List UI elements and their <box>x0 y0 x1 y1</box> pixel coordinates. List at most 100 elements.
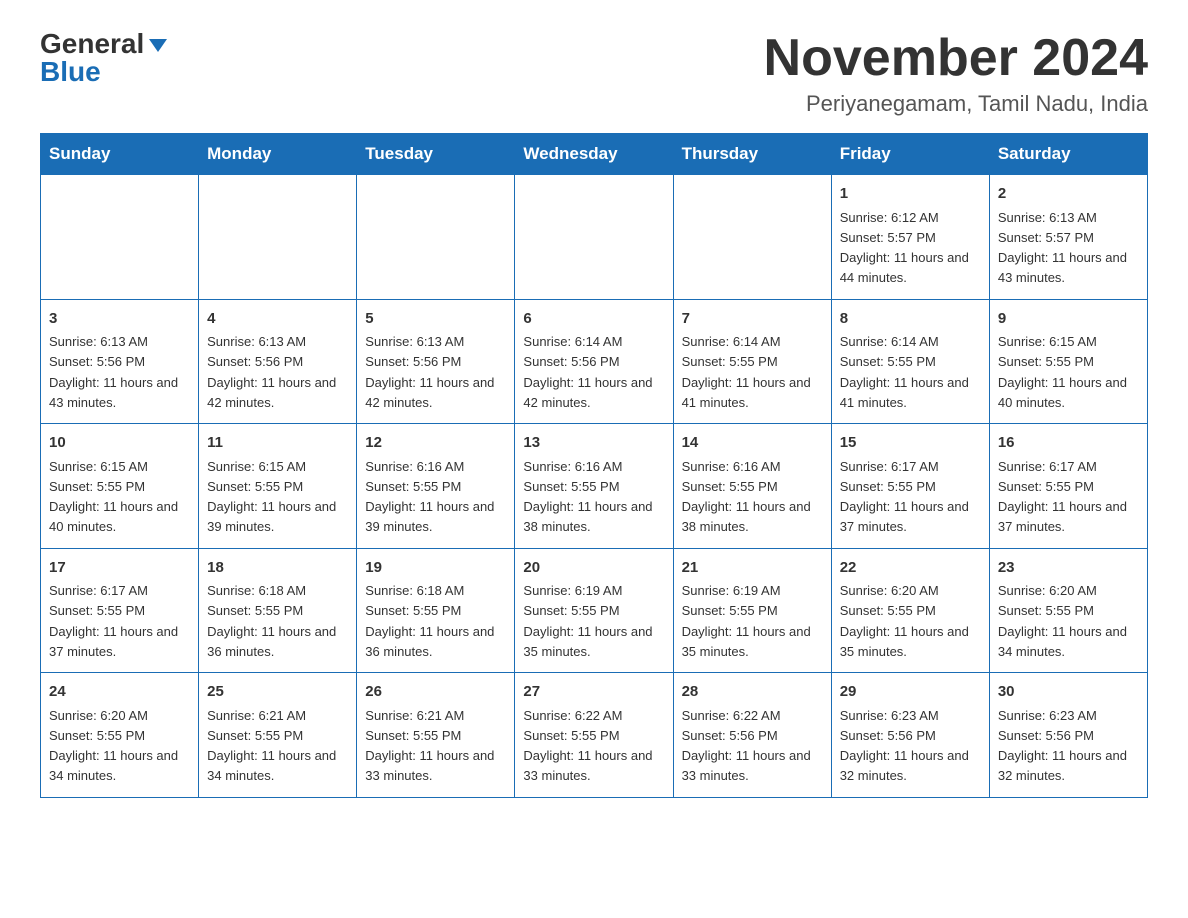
calendar-day-header: Wednesday <box>515 134 673 175</box>
calendar-day-cell: 21 Sunrise: 6:19 AM Sunset: 5:55 PM Dayli… <box>673 548 831 673</box>
calendar-day-cell: 30 Sunrise: 6:23 AM Sunset: 5:56 PM Dayli… <box>989 673 1147 798</box>
day-number: 1 <box>840 183 981 206</box>
calendar-day-cell: 5 Sunrise: 6:13 AM Sunset: 5:56 PM Daylig… <box>357 299 515 424</box>
calendar-day-header: Thursday <box>673 134 831 175</box>
calendar-week-row: 17Sunrise: 6:17 AM Sunset: 5:55 PM Dayli… <box>41 548 1148 673</box>
day-number: 30 <box>998 681 1139 704</box>
day-info: Sunrise: 6:21 AM Sunset: 5:55 PM Dayligh… <box>365 708 494 784</box>
calendar-day-cell: 14 Sunrise: 6:16 AM Sunset: 5:55 PM Dayli… <box>673 424 831 549</box>
day-info: Sunrise: 6:15 AM Sunset: 5:55 PM Dayligh… <box>998 334 1127 410</box>
calendar-day-cell: 24Sunrise: 6:20 AM Sunset: 5:55 PM Dayli… <box>41 673 199 798</box>
day-info: Sunrise: 6:17 AM Sunset: 5:55 PM Dayligh… <box>998 459 1127 535</box>
day-number: 17 <box>49 557 190 580</box>
calendar-day-cell: 25 Sunrise: 6:21 AM Sunset: 5:55 PM Dayli… <box>199 673 357 798</box>
day-info: Sunrise: 6:14 AM Sunset: 5:55 PM Dayligh… <box>682 334 811 410</box>
day-info: Sunrise: 6:20 AM Sunset: 5:55 PM Dayligh… <box>49 708 178 784</box>
logo: General Blue <box>40 30 167 86</box>
calendar-day-cell: 29 Sunrise: 6:23 AM Sunset: 5:56 PM Dayli… <box>831 673 989 798</box>
calendar-day-header: Saturday <box>989 134 1147 175</box>
day-number: 11 <box>207 432 348 455</box>
calendar-week-row: 24Sunrise: 6:20 AM Sunset: 5:55 PM Dayli… <box>41 673 1148 798</box>
day-info: Sunrise: 6:13 AM Sunset: 5:56 PM Dayligh… <box>365 334 494 410</box>
calendar-day-cell: 19 Sunrise: 6:18 AM Sunset: 5:55 PM Dayli… <box>357 548 515 673</box>
day-info: Sunrise: 6:19 AM Sunset: 5:55 PM Dayligh… <box>523 583 652 659</box>
calendar-day-cell <box>515 175 673 300</box>
day-info: Sunrise: 6:23 AM Sunset: 5:56 PM Dayligh… <box>840 708 969 784</box>
calendar-day-cell: 18 Sunrise: 6:18 AM Sunset: 5:55 PM Dayli… <box>199 548 357 673</box>
day-info: Sunrise: 6:21 AM Sunset: 5:55 PM Dayligh… <box>207 708 336 784</box>
day-number: 9 <box>998 308 1139 331</box>
day-info: Sunrise: 6:12 AM Sunset: 5:57 PM Dayligh… <box>840 210 969 286</box>
day-info: Sunrise: 6:17 AM Sunset: 5:55 PM Dayligh… <box>840 459 969 535</box>
day-number: 7 <box>682 308 823 331</box>
calendar-day-cell: 28Sunrise: 6:22 AM Sunset: 5:56 PM Dayli… <box>673 673 831 798</box>
day-info: Sunrise: 6:14 AM Sunset: 5:56 PM Dayligh… <box>523 334 652 410</box>
day-info: Sunrise: 6:13 AM Sunset: 5:56 PM Dayligh… <box>49 334 178 410</box>
calendar-week-row: 3 Sunrise: 6:13 AM Sunset: 5:56 PM Daylig… <box>41 299 1148 424</box>
day-number: 3 <box>49 308 190 331</box>
day-number: 29 <box>840 681 981 704</box>
day-info: Sunrise: 6:20 AM Sunset: 5:55 PM Dayligh… <box>840 583 969 659</box>
day-info: Sunrise: 6:16 AM Sunset: 5:55 PM Dayligh… <box>523 459 652 535</box>
calendar-day-cell: 9 Sunrise: 6:15 AM Sunset: 5:55 PM Daylig… <box>989 299 1147 424</box>
day-number: 13 <box>523 432 664 455</box>
day-number: 5 <box>365 308 506 331</box>
day-info: Sunrise: 6:15 AM Sunset: 5:55 PM Dayligh… <box>207 459 336 535</box>
title-block: November 2024 Periyanegamam, Tamil Nadu,… <box>764 30 1148 117</box>
calendar-day-header: Monday <box>199 134 357 175</box>
day-number: 25 <box>207 681 348 704</box>
calendar-day-cell: 8 Sunrise: 6:14 AM Sunset: 5:55 PM Daylig… <box>831 299 989 424</box>
calendar-day-cell <box>673 175 831 300</box>
calendar-day-cell: 27 Sunrise: 6:22 AM Sunset: 5:55 PM Dayli… <box>515 673 673 798</box>
calendar-day-cell <box>357 175 515 300</box>
day-number: 28 <box>682 681 823 704</box>
day-number: 14 <box>682 432 823 455</box>
day-info: Sunrise: 6:20 AM Sunset: 5:55 PM Dayligh… <box>998 583 1127 659</box>
calendar-day-cell: 3 Sunrise: 6:13 AM Sunset: 5:56 PM Daylig… <box>41 299 199 424</box>
calendar-day-header: Tuesday <box>357 134 515 175</box>
calendar-day-cell: 17Sunrise: 6:17 AM Sunset: 5:55 PM Dayli… <box>41 548 199 673</box>
day-info: Sunrise: 6:16 AM Sunset: 5:55 PM Dayligh… <box>682 459 811 535</box>
calendar-day-cell: 13 Sunrise: 6:16 AM Sunset: 5:55 PM Dayli… <box>515 424 673 549</box>
calendar-day-cell: 15 Sunrise: 6:17 AM Sunset: 5:55 PM Dayli… <box>831 424 989 549</box>
day-number: 15 <box>840 432 981 455</box>
calendar-day-cell: 16 Sunrise: 6:17 AM Sunset: 5:55 PM Dayli… <box>989 424 1147 549</box>
calendar-day-cell: 12Sunrise: 6:16 AM Sunset: 5:55 PM Dayli… <box>357 424 515 549</box>
day-number: 18 <box>207 557 348 580</box>
day-info: Sunrise: 6:15 AM Sunset: 5:55 PM Dayligh… <box>49 459 178 535</box>
day-number: 27 <box>523 681 664 704</box>
calendar-day-header: Friday <box>831 134 989 175</box>
calendar-day-cell: 11 Sunrise: 6:15 AM Sunset: 5:55 PM Dayli… <box>199 424 357 549</box>
calendar-day-cell: 10 Sunrise: 6:15 AM Sunset: 5:55 PM Dayli… <box>41 424 199 549</box>
calendar-week-row: 1 Sunrise: 6:12 AM Sunset: 5:57 PM Daylig… <box>41 175 1148 300</box>
day-info: Sunrise: 6:22 AM Sunset: 5:55 PM Dayligh… <box>523 708 652 784</box>
day-info: Sunrise: 6:18 AM Sunset: 5:55 PM Dayligh… <box>365 583 494 659</box>
calendar-day-cell: 2Sunrise: 6:13 AM Sunset: 5:57 PM Daylig… <box>989 175 1147 300</box>
day-number: 2 <box>998 183 1139 206</box>
calendar-table: SundayMondayTuesdayWednesdayThursdayFrid… <box>40 133 1148 798</box>
day-info: Sunrise: 6:13 AM Sunset: 5:56 PM Dayligh… <box>207 334 336 410</box>
day-number: 6 <box>523 308 664 331</box>
day-number: 21 <box>682 557 823 580</box>
calendar-header-row: SundayMondayTuesdayWednesdayThursdayFrid… <box>41 134 1148 175</box>
day-info: Sunrise: 6:14 AM Sunset: 5:55 PM Dayligh… <box>840 334 969 410</box>
calendar-day-cell: 7 Sunrise: 6:14 AM Sunset: 5:55 PM Daylig… <box>673 299 831 424</box>
day-number: 8 <box>840 308 981 331</box>
logo-general-text: General <box>40 30 144 58</box>
day-info: Sunrise: 6:23 AM Sunset: 5:56 PM Dayligh… <box>998 708 1127 784</box>
calendar-day-cell: 4Sunrise: 6:13 AM Sunset: 5:56 PM Daylig… <box>199 299 357 424</box>
logo-arrow-icon <box>149 39 167 52</box>
calendar-day-header: Sunday <box>41 134 199 175</box>
calendar-day-cell: 1 Sunrise: 6:12 AM Sunset: 5:57 PM Daylig… <box>831 175 989 300</box>
day-info: Sunrise: 6:19 AM Sunset: 5:55 PM Dayligh… <box>682 583 811 659</box>
day-number: 19 <box>365 557 506 580</box>
calendar-day-cell: 26Sunrise: 6:21 AM Sunset: 5:55 PM Dayli… <box>357 673 515 798</box>
day-number: 20 <box>523 557 664 580</box>
day-info: Sunrise: 6:18 AM Sunset: 5:55 PM Dayligh… <box>207 583 336 659</box>
calendar-day-cell: 22 Sunrise: 6:20 AM Sunset: 5:55 PM Dayli… <box>831 548 989 673</box>
day-number: 22 <box>840 557 981 580</box>
month-year-title: November 2024 <box>764 30 1148 87</box>
day-number: 16 <box>998 432 1139 455</box>
day-number: 10 <box>49 432 190 455</box>
calendar-day-cell: 6 Sunrise: 6:14 AM Sunset: 5:56 PM Daylig… <box>515 299 673 424</box>
